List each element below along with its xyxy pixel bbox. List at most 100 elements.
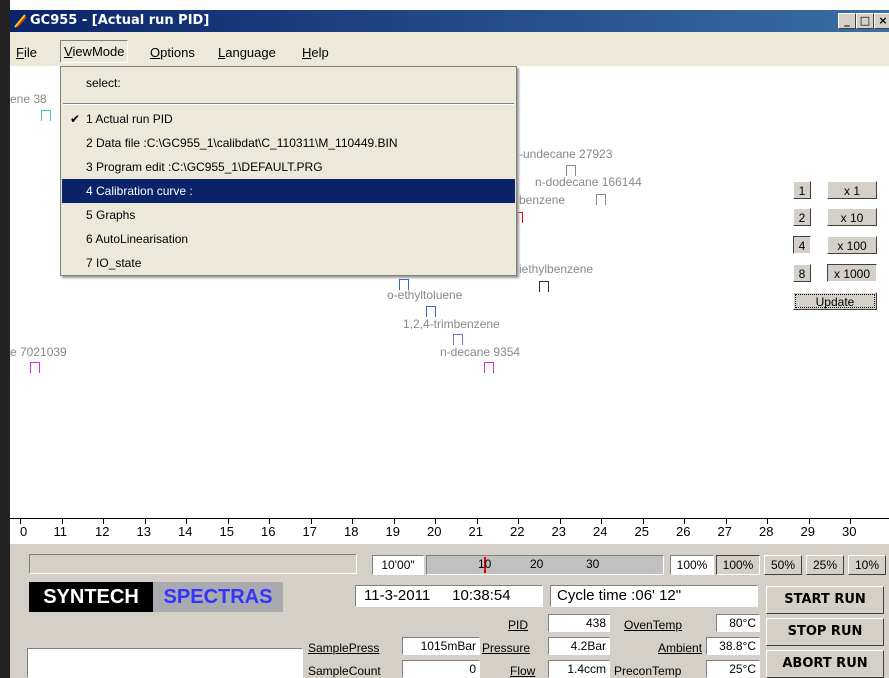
axis-tick-label: 11 [53,524,68,539]
dropdown-item-label: 2 Data file :C:\GC955_1\calibdat\C_11031… [86,136,398,150]
menu-options-label: ptions [160,45,195,60]
menu-viewmode-label: iewMode [72,44,125,59]
message-box [27,648,303,678]
axis-tick-label: 15 [219,524,234,539]
menu-language[interactable]: Language [218,45,276,60]
zoom-100-button[interactable]: 100% [716,555,760,575]
menu-file[interactable]: File [16,45,37,60]
close-button[interactable]: × [874,13,889,29]
dropdown-item-label: 3 Program edit :C:\GC955_1\DEFAULT.PRG [86,160,323,174]
flow-label[interactable]: Flow [510,664,535,678]
dropdown-item-io-state[interactable]: 7 IO_state [62,251,515,275]
gain-button-x10[interactable]: x 10 [827,208,877,226]
menu-bar [10,32,889,66]
axis-tick-label: 20 [427,524,442,539]
timeline-slider[interactable] [426,555,664,575]
peak-label: ene 38 [10,92,47,106]
dropdown-item-label: 7 IO_state [86,256,142,270]
gain-button-x100[interactable]: x 100 [827,236,877,254]
menu-help-key: H [302,45,312,60]
axis-tick-label: 21 [468,524,483,539]
axis-tick-label: 25 [634,524,649,539]
dropdown-item-label: 1 Actual run PID [86,112,173,126]
app-window: GC955 - [Actual run PID] _ □ × File View… [0,0,889,678]
axis-tick-label: 30 [842,524,857,539]
pressure-value: 4.2Bar [548,637,610,655]
start-run-button[interactable]: START RUN [766,586,884,614]
channel-button-8[interactable]: 8 [793,264,811,282]
ambient-value: 38.8°C [706,637,760,655]
axis-tick-label: 26 [676,524,691,539]
dropdown-item-label: 4 Calibration curve : [86,184,193,198]
samplecount-value: 0 [402,660,480,678]
peak-label: 1,2,4-trimbenzene [403,317,500,331]
time-value: 10:38:54 [452,587,511,604]
pid-label[interactable]: PID [508,618,528,632]
peak-marker [539,281,549,292]
ambient-label[interactable]: Ambient [658,641,702,655]
channel-button-2[interactable]: 2 [793,208,811,226]
peak-label: o-ethyltoluene [387,288,463,302]
dropdown-item-actual-run[interactable]: ✔ 1 Actual run PID [62,107,515,131]
dropdown-separator [63,103,514,105]
dropdown-item-autolinearisation[interactable]: 6 AutoLinearisation [62,227,515,251]
dropdown-item-graphs[interactable]: 5 Graphs [62,203,515,227]
dropdown-item-label: 6 AutoLinearisation [86,232,189,246]
zoom-50-button[interactable]: 50% [764,555,802,575]
axis-tick-label: 19 [385,524,400,539]
samplepress-label[interactable]: SamplePress [308,641,379,655]
dropdown-item-program-edit[interactable]: 3 Program edit :C:\GC955_1\DEFAULT.PRG [62,155,515,179]
precontemp-value: 25°C [706,660,760,678]
samplepress-value: 1015mBar [402,637,480,655]
date-display: 11-3-2011 10:38:54 [355,585,543,607]
axis-tick-label: 14 [178,524,193,539]
axis-tick-label: 12 [95,524,110,539]
menu-viewmode[interactable]: ViewMode [60,40,129,63]
channel-button-4[interactable]: 4 [793,236,811,254]
peak-marker [30,362,40,373]
minimize-button[interactable]: _ [838,13,856,29]
axis-tick-label: 22 [510,524,525,539]
zoom-25-button[interactable]: 25% [806,555,844,575]
axis-tick-label: 28 [759,524,774,539]
peak-marker [596,194,606,205]
maximize-button[interactable]: □ [856,13,874,29]
x-axis [10,518,889,519]
timeline-tick: 10 [478,557,492,571]
zoom-value: 100% [670,555,714,575]
axis-tick-label: 29 [800,524,815,539]
desktop-edge [0,0,10,678]
peak-marker [41,110,51,121]
menu-options-key: O [150,45,161,60]
syntech-logo: SYNTECH [29,582,153,612]
channel-button-1[interactable]: 1 [793,181,811,199]
dropdown-item-calibration-curve[interactable]: 4 Calibration curve : [62,179,515,203]
menu-options[interactable]: Options [150,45,195,60]
peak-marker [453,334,463,345]
samplecount-label: SampleCount [308,664,381,678]
zoom-10-button[interactable]: 10% [848,555,886,575]
axis-tick-label: 13 [136,524,151,539]
timeline-tick: 30 [586,557,600,571]
oventemp-label[interactable]: OvenTemp [624,618,682,632]
gain-button-x1000[interactable]: x 1000 [827,264,877,282]
app-icon [14,14,27,28]
peak-label: n-decane 9354 [440,345,521,359]
dropdown-item-data-file[interactable]: 2 Data file :C:\GC955_1\calibdat\C_11031… [62,131,515,155]
peak-marker [517,212,523,223]
abort-run-button[interactable]: ABORT RUN [766,650,884,678]
gain-button-x1[interactable]: x 1 [827,181,877,199]
menu-help[interactable]: Help [302,45,329,60]
update-button[interactable]: Update [793,292,877,310]
timeline-tick: 20 [530,557,544,571]
dropdown-header: select: [62,71,515,95]
menu-help-label: elp [311,45,329,60]
menu-file-label: ile [23,45,37,60]
dropdown-item-label: 5 Graphs [86,208,136,222]
dropdown-header-label: select: [86,76,121,90]
precontemp-label: PreconTemp [614,664,682,678]
window-title: GC955 - [Actual run PID] [30,13,210,28]
menu-language-label: anguage [225,45,276,60]
stop-run-button[interactable]: STOP RUN [766,618,884,646]
pressure-label[interactable]: Pressure [482,641,530,655]
